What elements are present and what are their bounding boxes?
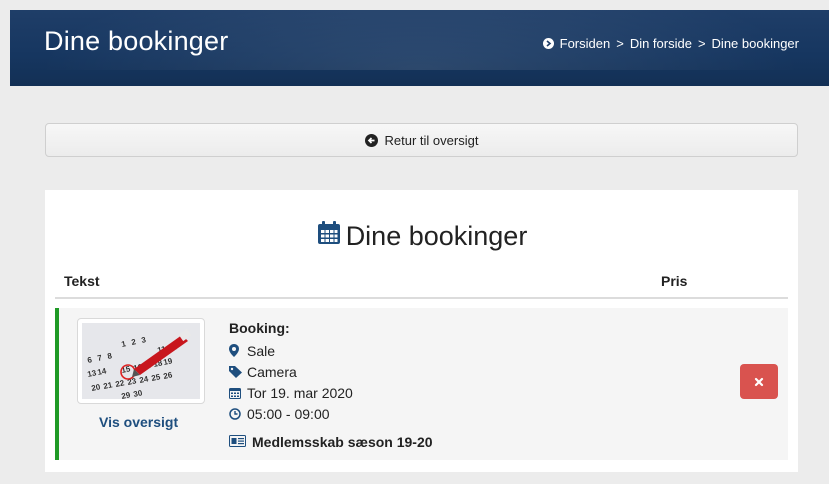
booking-time: 05:00 - 09:00	[229, 403, 353, 424]
clock-icon	[229, 407, 247, 420]
divider	[55, 297, 788, 299]
breadcrumb-din-forside[interactable]: Din forside	[630, 36, 692, 51]
tag-icon	[229, 365, 247, 378]
booking-row: 1236781112131415161718192021222324252629…	[55, 308, 788, 460]
booking-location: Sale	[229, 340, 353, 361]
calendar-thumbnail-image: 1236781112131415161718192021222324252629…	[82, 323, 200, 399]
booking-thumbnail[interactable]: 1236781112131415161718192021222324252629…	[77, 318, 205, 404]
booking-date-text: Tor 19. mar 2020	[247, 384, 353, 401]
panel-heading-text: Dine bookinger	[345, 221, 528, 251]
view-overview-link[interactable]: Vis oversigt	[99, 414, 178, 430]
breadcrumb-separator: >	[616, 36, 624, 51]
panel-heading: Dine bookinger	[45, 220, 798, 253]
bookings-panel: Dine bookinger Tekst Pris 12367811121314…	[45, 190, 798, 472]
booking-item: Camera	[229, 361, 353, 382]
calendar-icon	[316, 220, 342, 253]
calendar-icon	[229, 387, 247, 399]
circle-arrow-left-icon	[364, 133, 378, 147]
close-icon	[754, 377, 764, 386]
booking-date: Tor 19. mar 2020	[229, 382, 353, 403]
booking-details: Booking: Sale Camera Tor 19. mar 2020 05…	[229, 320, 353, 424]
back-to-overview-button[interactable]: Retur til oversigt	[45, 123, 798, 157]
column-header-text: Tekst	[64, 273, 100, 289]
booking-time-text: 05:00 - 09:00	[247, 405, 330, 422]
page-header: Dine bookinger Forsiden > Din forside > …	[10, 10, 829, 86]
circle-chevron-right-icon	[542, 38, 554, 49]
column-header-price: Pris	[661, 273, 688, 289]
id-card-icon	[229, 434, 246, 450]
back-button-label: Retur til oversigt	[384, 132, 479, 148]
booking-item-text: Camera	[247, 363, 297, 380]
page-title: Dine bookinger	[44, 26, 229, 56]
breadcrumb-separator: >	[697, 36, 706, 51]
booking-location-text: Sale	[247, 342, 276, 359]
delete-booking-button[interactable]	[740, 364, 778, 399]
breadcrumb-current: Dine bookinger	[711, 36, 799, 51]
membership-text: Medlemsskab sæson 19-20	[252, 434, 433, 450]
booking-membership: Medlemsskab sæson 19-20	[229, 434, 433, 450]
booking-label: Booking:	[229, 320, 290, 336]
breadcrumb-home[interactable]: Forsiden	[560, 36, 611, 51]
breadcrumb: Forsiden > Din forside > Dine bookinger	[542, 36, 799, 51]
map-marker-icon	[229, 344, 247, 357]
